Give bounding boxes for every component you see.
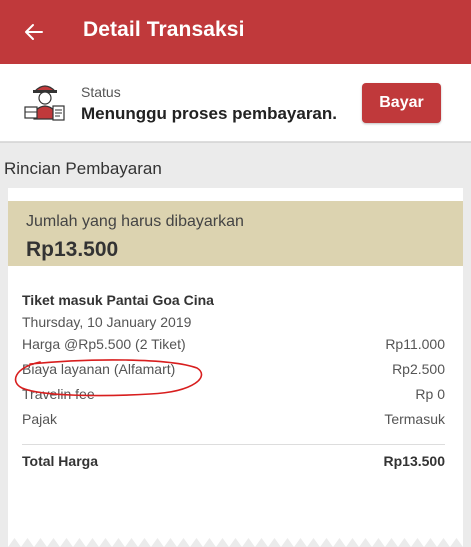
item-title: Tiket masuk Pantai Goa Cina xyxy=(22,292,214,308)
page-title: Detail Transaksi xyxy=(83,18,245,41)
app-bar: Detail Transaksi xyxy=(0,0,471,64)
payment-details-card: Jumlah yang harus dibayarkan Rp13.500 Ti… xyxy=(8,188,463,547)
status-value: Menunggu proses pembayaran. xyxy=(81,104,337,123)
zigzag-edge xyxy=(8,538,463,547)
tax-row: Pajak Termasuk xyxy=(22,411,445,431)
section-header: Rincian Pembayaran xyxy=(0,142,471,188)
travelin-fee-label: Travelin fee xyxy=(22,386,95,402)
arrow-left-icon[interactable] xyxy=(22,20,46,44)
total-row: Total Harga Rp13.500 xyxy=(22,453,445,473)
status-card: Status Menunggu proses pembayaran. Bayar xyxy=(0,64,471,142)
pay-button[interactable]: Bayar xyxy=(362,83,441,123)
divider xyxy=(22,444,445,445)
courier-icon xyxy=(24,85,65,121)
status-label: Status xyxy=(81,84,121,100)
total-value: Rp13.500 xyxy=(383,453,445,469)
amount-due-value: Rp13.500 xyxy=(26,238,119,261)
service-fee-label: Biaya layanan (Alfamart) xyxy=(22,361,176,377)
price-row: Harga @Rp5.500 (2 Tiket) Rp11.000 xyxy=(22,336,445,356)
price-value: Rp11.000 xyxy=(385,336,445,352)
tax-value: Termasuk xyxy=(384,411,445,427)
amount-due-box: Jumlah yang harus dibayarkan Rp13.500 xyxy=(8,201,463,266)
travelin-fee-value: Rp 0 xyxy=(415,386,445,402)
service-fee-row: Biaya layanan (Alfamart) Rp2.500 xyxy=(22,361,445,381)
service-fee-value: Rp2.500 xyxy=(392,361,445,377)
section-title: Rincian Pembayaran xyxy=(4,159,162,178)
item-date: Thursday, 10 January 2019 xyxy=(22,314,192,330)
amount-due-label: Jumlah yang harus dibayarkan xyxy=(26,213,244,230)
tax-label: Pajak xyxy=(22,411,58,427)
price-label: Harga @Rp5.500 (2 Tiket) xyxy=(22,336,186,352)
total-label: Total Harga xyxy=(22,453,98,469)
screen: Detail Transaksi Status Menunggu proses … xyxy=(0,0,471,547)
travelin-fee-row: Travelin fee Rp 0 xyxy=(22,386,445,406)
